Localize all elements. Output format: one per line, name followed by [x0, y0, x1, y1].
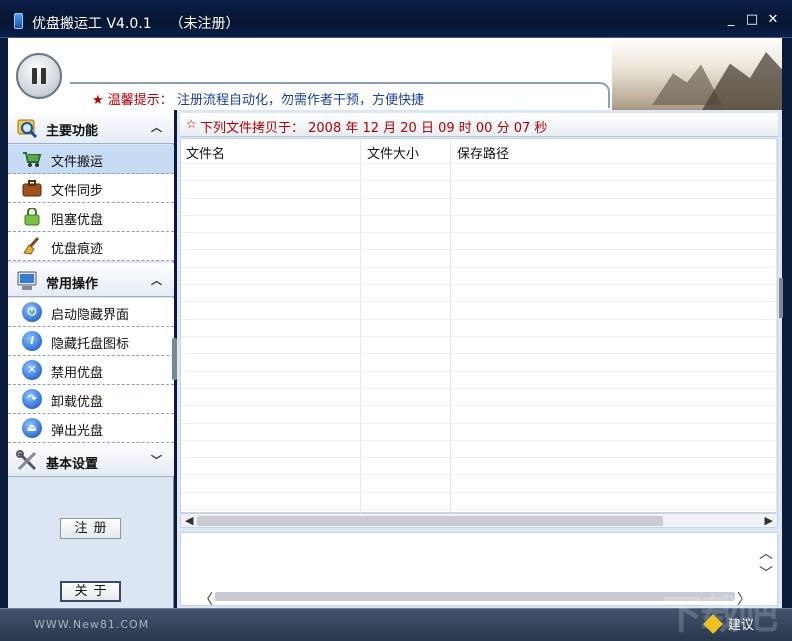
table-row [181, 198, 777, 199]
table-row [181, 301, 777, 302]
scroll-left-icon[interactable]: ◀ [185, 514, 193, 527]
list-title-bar: ☆ 下列文件拷贝于： 2008 年 12 月 20 日 09 时 00 分 07… [180, 113, 778, 137]
broom-icon [23, 237, 40, 255]
table-row [181, 388, 777, 389]
sidebar-item-label: 隐藏托盘图标 [51, 337, 130, 352]
window-title: 优盘搬运工 V4.0.1 （未注册） [32, 16, 240, 32]
tip-label: 温馨提示： [107, 93, 173, 108]
scrollbar-thumb[interactable] [215, 592, 735, 601]
table-row [181, 215, 777, 216]
pause-icon [32, 68, 37, 84]
chevron-up-icon: ︿ [151, 121, 162, 134]
website-label: WWW.New81.COM [34, 618, 150, 631]
table-row [181, 492, 777, 493]
chevron-up-icon: ︿ [151, 274, 162, 287]
pause-button[interactable] [16, 53, 62, 99]
table-row [181, 336, 777, 337]
suggest-button[interactable]: 建议 [703, 614, 755, 634]
sidebar-item-hide-tray[interactable]: i 隐藏托盘图标 [8, 327, 174, 356]
table-row [181, 232, 777, 233]
lock-icon [24, 208, 40, 226]
sidebar-item-label: 启动隐藏界面 [51, 308, 130, 323]
table-row [181, 267, 777, 268]
sidebar-item-label: 优盘痕迹 [51, 242, 104, 257]
landscape-painting [612, 38, 782, 110]
table-row [181, 440, 777, 441]
sidebar-item-block-udisk[interactable]: 阻塞优盘 [8, 203, 174, 232]
scroll-right-icon[interactable]: ▶ [765, 514, 773, 527]
table-row [181, 163, 777, 164]
column-header-filename[interactable]: 文件名 [186, 143, 225, 162]
section-main-functions[interactable]: 主要功能 ︿ [8, 110, 174, 144]
disable-icon: ✕ [22, 360, 42, 380]
cart-icon [23, 152, 42, 167]
file-table[interactable]: 文件名 文件大小 保存路径 [180, 138, 778, 514]
table-row [181, 353, 777, 354]
table-row [181, 457, 777, 458]
table-row [181, 423, 777, 424]
table-row [181, 284, 777, 285]
sidebar-item-start-hidden[interactable]: ⏻ 启动隐藏界面 [8, 298, 174, 327]
warning-icon [703, 614, 723, 634]
sidebar-item-label: 弹出光盘 [51, 424, 104, 439]
briefcase-icon [22, 180, 42, 197]
register-button[interactable]: 注册 [60, 518, 121, 539]
scroll-up-icon[interactable]: ︿ [759, 543, 773, 563]
star-icon: ☆ [186, 117, 197, 131]
close-button[interactable]: ✕ [765, 12, 781, 28]
sidebar-item-unmount-udisk[interactable]: ↷ 卸载优盘 [8, 385, 174, 414]
sidebar-item-eject-cd[interactable]: ⏏ 弹出光盘 [8, 414, 174, 443]
sidebar-item-label: 禁用优盘 [51, 366, 104, 381]
scroll-left-icon[interactable]: 〈 [199, 589, 213, 609]
sidebar-item-file-sync[interactable]: 文件同步 [8, 174, 174, 203]
window-border-right [782, 38, 792, 608]
sidebar-item-label: 文件搬运 [51, 155, 104, 170]
table-row [181, 474, 777, 475]
sidebar-item-label: 阻塞优盘 [51, 213, 104, 228]
tools-icon [16, 450, 37, 471]
table-row [181, 371, 777, 372]
window-border-left [0, 38, 8, 608]
tip-message: 注册流程自动化，勿需作者干预，方便快捷 [176, 93, 424, 108]
power-icon: ⏻ [22, 302, 42, 322]
section-common-operations[interactable]: 常用操作 ︿ [8, 263, 174, 297]
column-header-savepath[interactable]: 保存路径 [457, 143, 509, 162]
unmount-icon: ↷ [22, 389, 42, 409]
section-basic-settings[interactable]: 基本设置 ﹀ [8, 443, 174, 477]
column-header-filesize[interactable]: 文件大小 [367, 143, 419, 162]
table-horizontal-scrollbar[interactable]: ◀ ▶ [180, 513, 778, 528]
table-row [181, 180, 777, 181]
sidebar-item-label: 卸载优盘 [51, 395, 104, 410]
scroll-down-icon[interactable]: ﹀ [759, 563, 773, 583]
app-icon [14, 13, 23, 29]
right-panel-handle[interactable] [779, 278, 783, 318]
section-title: 基本设置 [46, 457, 99, 472]
eject-icon: ⏏ [22, 418, 42, 438]
table-row [181, 509, 777, 510]
star-icon: ★ [92, 93, 104, 108]
table-row [181, 405, 777, 406]
scrollbar-thumb[interactable] [197, 516, 663, 526]
table-row [181, 249, 777, 250]
sidebar-item-udisk-traces[interactable]: 优盘痕迹 [8, 232, 174, 261]
suggest-label: 建议 [728, 618, 755, 633]
chevron-down-icon: ﹀ [151, 454, 162, 467]
sidebar-item-disable-udisk[interactable]: ✕ 禁用优盘 [8, 356, 174, 385]
sidebar-item-label: 文件同步 [51, 184, 104, 199]
tip-text: ★ 温馨提示： 注册流程自动化，勿需作者干预，方便快捷 [92, 89, 424, 108]
pause-icon-bar [41, 68, 46, 84]
minimize-button[interactable]: _ [723, 12, 739, 28]
table-row [181, 319, 777, 320]
sidebar-item-file-transfer[interactable]: 文件搬运 [8, 145, 174, 174]
about-button[interactable]: 关于 [60, 581, 121, 602]
section-title: 主要功能 [46, 124, 99, 139]
section-title: 常用操作 [46, 277, 99, 292]
maximize-button[interactable]: □ [744, 12, 760, 28]
list-title: 下列文件拷贝于： 2008 年 12 月 20 日 09 时 00 分 07 秒 [200, 121, 548, 136]
magnifier-icon [17, 119, 38, 139]
computer-icon [17, 271, 37, 290]
info-icon: i [22, 331, 42, 351]
